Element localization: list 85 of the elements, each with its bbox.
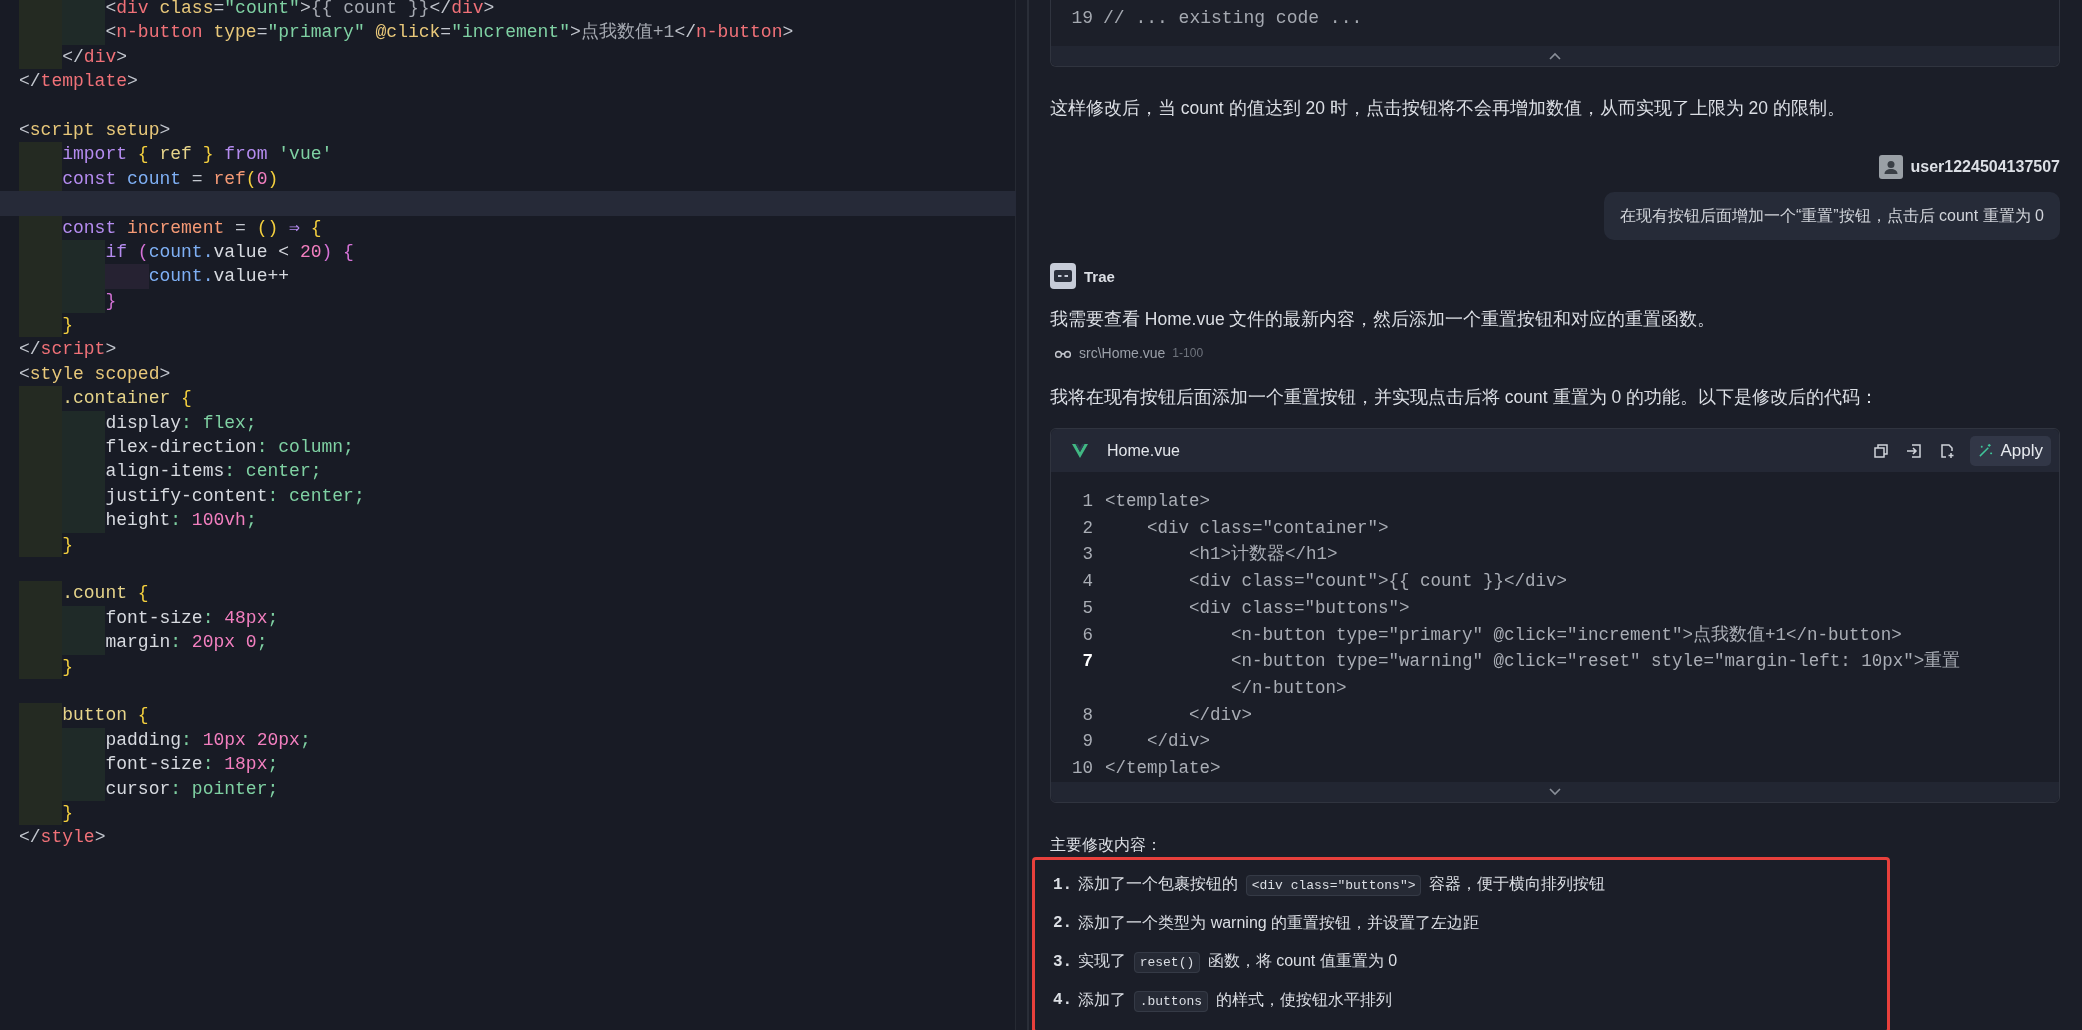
code-line: padding: 10px 20px;	[0, 727, 1015, 753]
code-line: <h1>计数器</h1>	[1188, 543, 1338, 567]
line-number: 3	[1081, 543, 1093, 567]
line-number: 9	[1081, 730, 1093, 754]
code-line: height: 100vh;	[0, 508, 1015, 533]
code-line: align-items: center;	[0, 459, 1015, 484]
line-number: 2	[1081, 516, 1093, 540]
caret-up-icon	[1549, 52, 1561, 60]
code-line: display: flex;	[0, 410, 1015, 436]
line-number: 4	[1081, 570, 1093, 594]
line-number: 10	[1071, 757, 1093, 781]
code-line: }	[0, 532, 1015, 557]
line-number: 6	[1081, 623, 1093, 647]
code-line: </div>	[1188, 703, 1254, 727]
code-line: </style>	[18, 826, 107, 850]
code-line: <div class="buttons">	[1188, 596, 1410, 620]
line-number: 1	[1081, 490, 1093, 513]
code-line: count.value++	[0, 264, 1015, 289]
wand-icon	[1978, 443, 1994, 458]
code-line: .count {	[0, 581, 1015, 606]
code-line: <script setup>	[18, 118, 172, 142]
code-line: }	[0, 654, 1015, 679]
code-line: const increment = () ⇒ {	[0, 215, 1015, 240]
code-line: import { ref } from 'vue'	[0, 142, 1015, 167]
code-line: cursor: pointer;	[0, 776, 1015, 801]
code-line: if (count.value < 20) {	[0, 239, 1015, 265]
list-number: 3.	[1053, 953, 1073, 971]
user-name: user1224504137507	[1910, 158, 2060, 176]
inline-code: .buttons	[1133, 991, 1209, 1012]
code-line: margin: 20px 0;	[0, 630, 1015, 655]
robot-icon	[1050, 263, 1076, 289]
list-item-text: 添加了一个类型为 warning 的重置按钮，并设置了左边距	[1078, 913, 1480, 933]
list-item-text: 添加了一个包裹按钮的 <div class="buttons"> 容器，便于横向排列按钮	[1078, 874, 1605, 896]
code-line: }	[0, 313, 1015, 338]
code-line: <n-button type="warning" @click="reset" style="margin-left: 10px">重置</n-button>	[1230, 650, 1962, 700]
code-line: }	[0, 800, 1015, 826]
code-line: <div class="count">{{ count }}</div>	[1188, 570, 1568, 594]
new-file-icon[interactable]	[1939, 442, 1956, 459]
code-line: </script>	[18, 338, 118, 362]
line-number: 19	[1071, 8, 1093, 28]
list-number: 2.	[1053, 914, 1073, 933]
inline-code: <div class="buttons">	[1245, 875, 1422, 897]
summary-heading: 主要修改内容：	[1050, 834, 1163, 855]
line-range: 1-100	[1172, 346, 1204, 360]
apply-button[interactable]: Apply	[1970, 435, 2051, 466]
assistant-text: 我需要查看 Home.vue 文件的最新内容，然后添加一个重置按钮和对应的重置函数。	[1050, 308, 1717, 331]
file-name: Home.vue	[1107, 441, 1180, 460]
file-type-icon	[1071, 442, 1089, 459]
code-line: font-size: 18px;	[0, 752, 1015, 777]
code-line: </div>	[0, 44, 1015, 70]
list-number: 4.	[1053, 991, 1073, 1010]
code-line: // ... existing code ...	[1103, 8, 1363, 28]
file-path-link[interactable]: src\Home.vue	[1079, 345, 1166, 361]
code-line: justify-content: center;	[0, 483, 1015, 509]
line-number: 7	[1081, 650, 1093, 674]
code-line: }	[0, 288, 1015, 314]
code-line: <style scoped>	[18, 362, 172, 386]
code-line: <div class="container">	[1146, 516, 1390, 540]
inline-code: reset()	[1133, 952, 1201, 974]
glasses-icon	[1054, 348, 1072, 358]
reply-text: 这样修改后，当 count 的值达到 20 时，点击按钮将不会再增加数值，从而实现了上限为 20 的限制。	[1050, 97, 1846, 120]
code-line: .container {	[0, 386, 1015, 411]
code-line: font-size: 48px;	[0, 605, 1015, 631]
list-number: 1.	[1053, 876, 1073, 894]
list-item-text: 实现了 reset() 函数，将 count 值重置为 0	[1078, 951, 1398, 973]
insert-icon[interactable]	[1906, 442, 1923, 459]
copy-icon[interactable]	[1873, 442, 1890, 459]
caret-down-icon	[1549, 787, 1561, 796]
code-line: <template>	[1105, 490, 1212, 513]
code-line: <n-button type="primary" @click="increment">点我数值+1</n-button>	[1230, 623, 1902, 647]
code-line: button {	[0, 703, 1015, 728]
line-number: 5	[1081, 596, 1093, 620]
code-line: </template>	[1105, 757, 1222, 781]
code-line: </div>	[1146, 730, 1212, 754]
line-number: 8	[1081, 703, 1093, 727]
code-line: flex-direction: column;	[0, 435, 1015, 460]
assistant-name: Trae	[1084, 267, 1115, 285]
assistant-text: 我将在现有按钮后面添加一个重置按钮，并实现点击后将 count 重置为 0 的功能。以下是修改后的代码：	[1050, 386, 1879, 409]
list-item-text: 添加了 .buttons 的样式，使按钮水平排列	[1078, 990, 1392, 1011]
code-line: </template>	[18, 70, 139, 94]
code-line: const count = ref(0)	[0, 166, 1015, 192]
code-line: <n-button type="primary" @click="increment">点我数值+1</n-button>	[0, 20, 1015, 45]
user-message: 在现有按钮后面增加一个“重置”按钮，点击后 count 重置为 0	[1603, 192, 2060, 240]
person-avatar-icon	[1878, 155, 1903, 179]
code-line: <div class="count">{{ count }}</div>	[0, 0, 1015, 21]
